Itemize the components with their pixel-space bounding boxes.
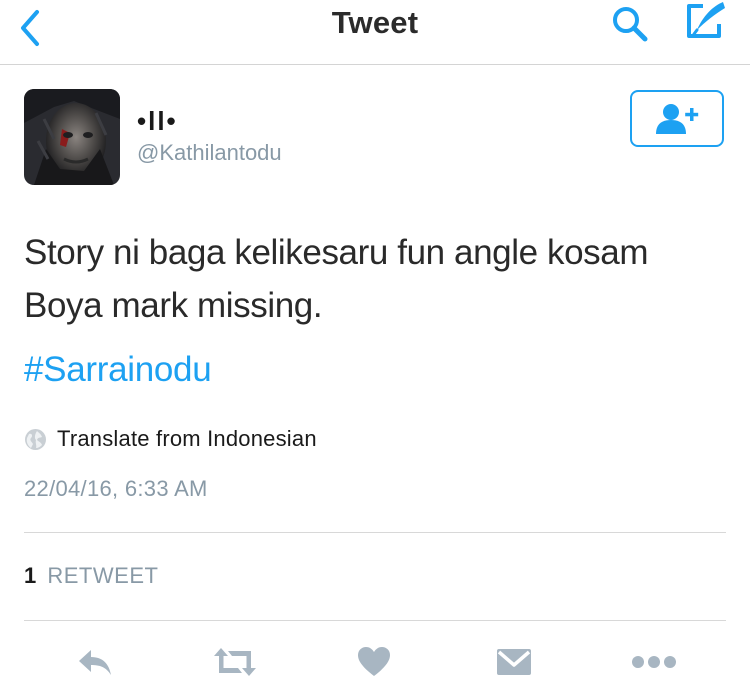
author-name[interactable]: •ll•: [137, 106, 178, 137]
hashtag-link[interactable]: #Sarrainodu: [24, 350, 212, 390]
navigation-bar: Tweet: [0, 0, 750, 65]
retweet-stats-label: RETWEET: [47, 563, 159, 588]
retweet-count: 1: [24, 563, 37, 588]
follow-button[interactable]: [630, 90, 724, 147]
message-icon: [497, 649, 531, 675]
avatar[interactable]: [24, 89, 120, 185]
tweet-timestamp: 22/04/16, 6:33 AM: [24, 476, 208, 501]
tweet-text-line: Boya mark missing.: [24, 286, 323, 325]
search-icon: [613, 7, 648, 42]
retweet-icon: [214, 648, 256, 676]
translate-link[interactable]: Translate from Indonesian: [24, 424, 317, 454]
tweet-text-line: Story ni baga kelikesaru fun angle kosam: [24, 233, 649, 272]
reply-button[interactable]: [72, 640, 118, 684]
globe-icon: [25, 428, 46, 450]
more-icon: [632, 656, 676, 668]
search-button[interactable]: [609, 4, 655, 44]
compose-icon: [687, 2, 725, 38]
divider: [24, 620, 726, 621]
retweet-stats[interactable]: 1 RETWEET: [24, 563, 158, 589]
like-button[interactable]: [354, 640, 394, 684]
reply-icon: [79, 650, 111, 675]
compose-button[interactable]: [683, 0, 729, 42]
author-handle[interactable]: @Kathilantodu: [137, 140, 282, 166]
like-icon: [358, 647, 390, 676]
more-button[interactable]: [630, 640, 678, 684]
retweet-button[interactable]: [210, 640, 260, 684]
divider: [24, 532, 726, 533]
follow-icon: [656, 103, 699, 134]
message-button[interactable]: [494, 640, 534, 684]
tweet-text: Story ni baga kelikesaru fun angle kosam…: [24, 226, 734, 332]
translate-label: Translate from Indonesian: [57, 426, 317, 451]
